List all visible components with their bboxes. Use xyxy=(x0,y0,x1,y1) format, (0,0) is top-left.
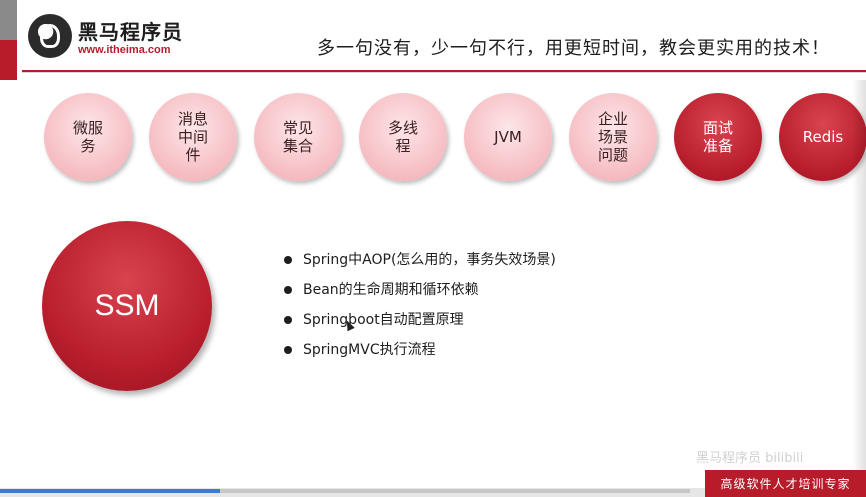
bullet-item: SpringMVC执行流程 xyxy=(284,337,704,367)
topic-label: 多线 程 xyxy=(387,119,418,155)
topic-multithreading[interactable]: 多线 程 xyxy=(359,93,447,181)
bullet-item: Spring中AOP(怎么用的，事务失效场景) xyxy=(284,247,704,277)
left-accent-bar-grey xyxy=(0,0,17,40)
bullet-dot-icon xyxy=(284,256,292,264)
horse-logo-icon xyxy=(28,14,72,58)
bullet-text: SpringMVC执行流程 xyxy=(303,342,436,358)
playback-buffer-bar xyxy=(220,489,690,493)
ssm-circle: SSM xyxy=(42,221,212,391)
footer-badge: 高级软件人才培训专家 xyxy=(705,470,866,497)
topic-label: 微服 务 xyxy=(72,119,103,155)
topic-jvm[interactable]: JVM xyxy=(464,93,552,181)
bullet-text: Springboot自动配置原理 xyxy=(303,312,464,328)
itheima-logo: 黑马程序员 www.itheima.com xyxy=(28,14,188,66)
bullet-dot-icon xyxy=(284,346,292,354)
bullet-dot-icon xyxy=(284,316,292,324)
right-edge-shadow xyxy=(852,80,866,470)
topic-label: JVM xyxy=(494,128,522,146)
topic-interview-prep[interactable]: 面试 准备 xyxy=(674,93,762,181)
topic-label: 消息 中间 件 xyxy=(177,110,208,164)
slide-header: 黑马程序员 www.itheima.com 多一句没有，少一句不行，用更短时间，… xyxy=(22,0,866,73)
playback-progress-bar[interactable] xyxy=(0,489,220,493)
bullet-list: Spring中AOP(怎么用的，事务失效场景) Bean的生命周期和循环依赖 S… xyxy=(284,247,704,367)
topic-message-middleware[interactable]: 消息 中间 件 xyxy=(149,93,237,181)
topic-label: 面试 准备 xyxy=(702,119,733,155)
left-accent-bar-red xyxy=(0,40,17,80)
topic-label: 企业 场景 问题 xyxy=(597,110,628,164)
topic-collections[interactable]: 常见 集合 xyxy=(254,93,342,181)
bullet-text: Bean的生命周期和循环依赖 xyxy=(303,282,479,298)
logo-name: 黑马程序员 xyxy=(78,20,183,44)
logo-url: www.itheima.com xyxy=(78,44,171,56)
slogan: 多一句没有，少一句不行，用更短时间，教会更实用的技术！ xyxy=(317,38,830,59)
topic-label: Redis xyxy=(802,128,844,146)
horse-logo-inner xyxy=(40,24,60,48)
video-watermark: 黑马程序员 bilibili xyxy=(696,451,804,466)
bullet-item: Bean的生命周期和循环依赖 xyxy=(284,277,704,307)
topic-circles-row: 微服 务 消息 中间 件 常见 集合 多线 程 JVM 企业 场景 问题 面试 … xyxy=(44,93,866,181)
header-divider-shadow xyxy=(22,72,866,73)
topic-microservice[interactable]: 微服 务 xyxy=(44,93,132,181)
bullet-text: Spring中AOP(怎么用的，事务失效场景) xyxy=(303,252,556,268)
topic-label: 常见 集合 xyxy=(282,119,313,155)
bullet-dot-icon xyxy=(284,286,292,294)
topic-enterprise-scenarios[interactable]: 企业 场景 问题 xyxy=(569,93,657,181)
